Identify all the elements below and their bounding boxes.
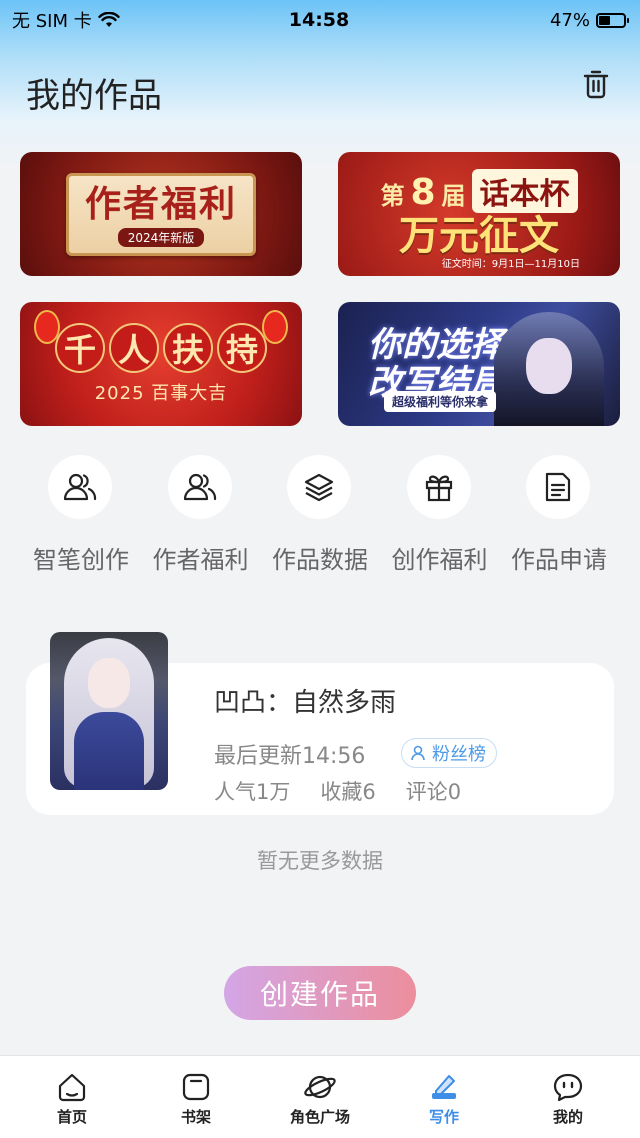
battery-percent: 47% (549, 9, 590, 31)
status-left: 无 SIM 卡 (12, 7, 212, 33)
banner-thousand-support[interactable]: 千 人 扶 持 2025 百事大吉 (20, 302, 302, 426)
banner-title-char: 千 (55, 323, 105, 373)
banner-author-welfare[interactable]: 作者福利 2024年新版 (20, 152, 302, 276)
home-icon (58, 1073, 86, 1102)
cover-face (88, 658, 130, 708)
banner-date: 征文时间：9月1日—11月10日 (441, 259, 580, 270)
cover-dress (74, 712, 144, 790)
users-icon (63, 473, 97, 501)
nav-label: 角色广场 (289, 1108, 350, 1126)
bottom-nav: 首页 书架 角色广场 写作 我的 (0, 1055, 640, 1138)
chat-face-icon (553, 1073, 583, 1102)
layers-icon (304, 473, 334, 502)
battery-icon (595, 12, 629, 28)
banner-brand: 话本杯 (471, 169, 578, 213)
work-comments: 评论0 (405, 780, 462, 804)
shortcut-smart-writing[interactable] (48, 455, 112, 519)
person-icon (411, 745, 425, 761)
character-face (526, 338, 572, 394)
gift-icon (425, 475, 452, 502)
planet-icon (304, 1075, 336, 1099)
nav-label: 首页 (56, 1108, 87, 1126)
work-cover-image[interactable] (50, 632, 168, 790)
shortcut-label[interactable]: 作者福利 (144, 540, 258, 575)
status-right: 47% (426, 9, 629, 31)
work-updated-time: 最后更新14:56 (214, 744, 366, 769)
nav-item-writing[interactable]: 写作 (389, 1056, 499, 1138)
shortcut-author-welfare[interactable] (167, 455, 232, 519)
shortcut-label[interactable]: 作品申请 (502, 540, 616, 575)
shortcut-labels: 智笔创作 作者福利 作品数据 创作福利 作品申请 (24, 540, 616, 575)
shortcut-work-data[interactable] (287, 455, 351, 519)
work-stats: 人气1万 收藏6 评论0 (214, 776, 461, 806)
status-time: 14:58 (288, 9, 350, 31)
no-more-data-text: 暂无更多数据 (257, 849, 383, 873)
users-icon (183, 473, 216, 501)
banner-edition: 第8届 话本杯 (380, 169, 578, 213)
banner-title: 万元征文 (399, 213, 559, 259)
banner-subtitle: 2025 百事大吉 (94, 383, 228, 404)
page-title: 我的作品 (26, 76, 162, 116)
work-title[interactable]: 凹凸：自然多雨 (214, 682, 396, 719)
shortcut-work-application[interactable] (526, 455, 590, 519)
banner-choose-ending[interactable]: 你的选择 改写结局 超级福利等你来拿 (338, 302, 620, 426)
trash-button[interactable] (580, 68, 612, 100)
banner-edition-prefix: 第 (380, 182, 405, 210)
fans-ranking-label: 粉丝榜 (432, 744, 486, 765)
fans-ranking-badge[interactable]: 粉丝榜 (401, 738, 497, 768)
lantern-icon (34, 310, 60, 344)
trash-icon (583, 70, 609, 99)
shortcut-creation-welfare[interactable] (406, 455, 471, 519)
banner-scroll: 作者福利 2024年新版 (65, 172, 256, 256)
carrier-label: 无 SIM 卡 (12, 11, 92, 32)
banner-subtitle: 超级福利等你来拿 (384, 391, 497, 412)
nav-item-mine[interactable]: 我的 (513, 1056, 623, 1138)
battery-level (598, 15, 611, 25)
nav-label: 写作 (428, 1108, 459, 1126)
nav-item-bookshelf[interactable]: 书架 (141, 1056, 251, 1138)
shortcut-label[interactable]: 创作福利 (383, 540, 497, 575)
status-bar: 无 SIM 卡 14:58 47% (0, 0, 640, 40)
nav-item-home[interactable]: 首页 (17, 1056, 127, 1138)
banner-grid: 作者福利 2024年新版 第8届 话本杯 万元征文 征文时间：9月1日—11月1… (20, 152, 620, 426)
shortcut-label[interactable]: 作品数据 (263, 540, 377, 575)
work-popularity: 人气1万 (214, 780, 291, 804)
bookshelf-icon (182, 1073, 210, 1101)
shortcut-label[interactable]: 智笔创作 (24, 540, 138, 575)
shortcut-icons (48, 455, 590, 519)
document-icon (545, 472, 571, 502)
banner-title-char: 扶 (163, 323, 213, 373)
banner-essay-contest[interactable]: 第8届 话本杯 万元征文 征文时间：9月1日—11月10日 (338, 152, 620, 276)
banner-edition-number: 8 (410, 172, 436, 213)
pen-icon (432, 1075, 456, 1099)
banner-title: 作者福利 (84, 183, 237, 225)
work-favorites: 收藏6 (320, 780, 376, 804)
lantern-icon (262, 310, 288, 344)
wifi-icon (98, 12, 120, 27)
nav-label: 书架 (180, 1108, 211, 1126)
banner-title: 千 人 扶 持 (55, 323, 267, 373)
banner-title-char: 人 (109, 323, 159, 373)
banner-title-char: 持 (217, 323, 267, 373)
banner-edition-suffix: 届 (441, 182, 466, 210)
nav-item-character-plaza[interactable]: 角色广场 (265, 1056, 375, 1138)
create-work-button[interactable]: 创建作品 (224, 966, 416, 1020)
banner-subtitle: 2024年新版 (117, 227, 205, 247)
nav-label: 我的 (552, 1108, 583, 1126)
